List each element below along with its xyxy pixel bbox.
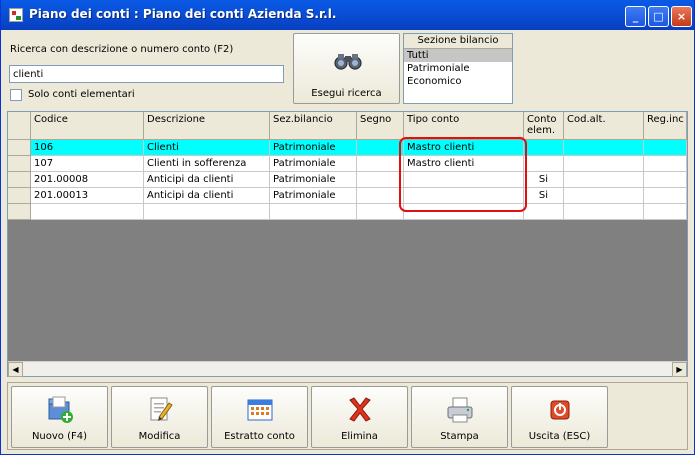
sezione-bilancio-list[interactable]: Sezione bilancio Tutti Patrimoniale Econ… xyxy=(403,33,513,104)
new-button-label: Nuovo (F4) xyxy=(31,431,88,442)
table-cell[interactable] xyxy=(564,172,644,188)
sezione-item-economico[interactable]: Economico xyxy=(404,75,512,88)
close-button[interactable]: × xyxy=(671,6,692,27)
table-cell[interactable]: 106 xyxy=(31,140,144,156)
power-icon xyxy=(550,400,570,420)
table-cell[interactable] xyxy=(644,172,687,188)
table-cell[interactable] xyxy=(564,156,644,172)
table-cell[interactable] xyxy=(357,172,404,188)
table-cell[interactable]: Clienti xyxy=(144,140,270,156)
table-cell[interactable]: Anticipi da clienti xyxy=(144,172,270,188)
col-contoelem-header[interactable]: Conto elem. xyxy=(524,112,564,140)
table-cell[interactable]: Patrimoniale xyxy=(270,156,357,172)
table-cell[interactable] xyxy=(357,156,404,172)
accounts-grid[interactable]: Codice Descrizione Sez.bilancio Segno Ti… xyxy=(7,111,688,377)
search-button[interactable]: Esegui ricerca xyxy=(293,33,400,104)
table-cell[interactable] xyxy=(564,188,644,204)
row-indicator[interactable] xyxy=(8,172,31,188)
maximize-button[interactable]: □ xyxy=(648,6,669,27)
table-cell[interactable] xyxy=(357,140,404,156)
main-window: Piano dei conti : Piano dei conti Aziend… xyxy=(0,0,695,455)
sezione-item-patrimoniale[interactable]: Patrimoniale xyxy=(404,62,512,75)
app-icon xyxy=(9,8,23,22)
table-cell[interactable] xyxy=(524,140,564,156)
table-cell[interactable] xyxy=(270,204,357,220)
minimize-button[interactable]: _ xyxy=(625,6,646,27)
row-indicator-header xyxy=(8,112,31,140)
col-segno-header[interactable]: Segno xyxy=(357,112,404,140)
table-cell[interactable]: Patrimoniale xyxy=(270,188,357,204)
search-button-label: Esegui ricerca xyxy=(311,88,382,99)
new-folder-icon xyxy=(48,396,73,423)
table-cell[interactable] xyxy=(524,204,564,220)
col-codice-header[interactable]: Codice xyxy=(31,112,144,140)
binoculars-icon xyxy=(334,54,362,70)
table-cell[interactable]: Si xyxy=(524,188,564,204)
search-input[interactable] xyxy=(9,65,284,83)
table-cell[interactable] xyxy=(31,204,144,220)
statement-button-label: Estratto conto xyxy=(224,431,295,442)
table-cell[interactable]: Anticipi da clienti xyxy=(144,188,270,204)
table-cell[interactable]: Clienti in sofferenza xyxy=(144,156,270,172)
edit-button[interactable]: Modifica xyxy=(111,386,208,448)
print-button-label: Stampa xyxy=(440,431,479,442)
scroll-left-icon[interactable]: ◀ xyxy=(8,362,23,377)
edit-button-label: Modifica xyxy=(138,431,181,442)
table-cell[interactable] xyxy=(644,188,687,204)
table-cell[interactable] xyxy=(644,156,687,172)
print-button[interactable]: Stampa xyxy=(411,386,508,448)
delete-button[interactable]: Elimina xyxy=(311,386,408,448)
row-indicator[interactable] xyxy=(8,204,31,220)
table-cell[interactable] xyxy=(564,140,644,156)
new-button[interactable]: Nuovo (F4) xyxy=(11,386,108,448)
printer-icon xyxy=(447,397,473,423)
elementary-accounts-checkbox[interactable] xyxy=(10,89,22,101)
col-sezbilancio-header[interactable]: Sez.bilancio xyxy=(270,112,357,140)
table-cell[interactable]: Patrimoniale xyxy=(270,140,357,156)
exit-button[interactable]: Uscita (ESC) xyxy=(511,386,608,448)
table-cell[interactable]: 201.00013 xyxy=(31,188,144,204)
sezione-item-tutti[interactable]: Tutti xyxy=(404,49,512,62)
delete-x-icon xyxy=(349,397,371,422)
window-title: Piano dei conti : Piano dei conti Aziend… xyxy=(29,7,337,21)
row-indicator[interactable] xyxy=(8,156,31,172)
row-indicator[interactable] xyxy=(8,188,31,204)
col-descrizione-header[interactable]: Descrizione xyxy=(144,112,270,140)
table-cell[interactable] xyxy=(144,204,270,220)
sezione-bilancio-header: Sezione bilancio xyxy=(404,34,512,49)
title-bar[interactable]: Piano dei conti : Piano dei conti Aziend… xyxy=(1,0,694,30)
table-cell[interactable] xyxy=(357,204,404,220)
row-indicator[interactable] xyxy=(8,140,31,156)
horizontal-scrollbar[interactable]: ◀ ▶ xyxy=(8,361,687,377)
edit-icon xyxy=(150,397,173,421)
table-cell[interactable]: 107 xyxy=(31,156,144,172)
elementary-accounts-label: Solo conti elementari xyxy=(28,89,135,100)
table-cell[interactable] xyxy=(357,188,404,204)
table-cell[interactable] xyxy=(644,140,687,156)
tipo-conto-highlight xyxy=(399,137,527,212)
table-cell[interactable] xyxy=(524,156,564,172)
bottom-toolbar: Nuovo (F4) Modifica Estratto conto Elimi… xyxy=(7,382,688,450)
exit-button-label: Uscita (ESC) xyxy=(528,431,591,442)
col-tipoconto-header[interactable]: Tipo conto xyxy=(404,112,524,140)
scroll-right-icon[interactable]: ▶ xyxy=(672,362,687,377)
table-cell[interactable]: Si xyxy=(524,172,564,188)
calendar-icon xyxy=(247,399,273,421)
search-label: Ricerca con descrizione o numero conto (… xyxy=(10,44,234,55)
delete-button-label: Elimina xyxy=(341,431,378,442)
table-cell[interactable]: Patrimoniale xyxy=(270,172,357,188)
table-cell[interactable]: 201.00008 xyxy=(31,172,144,188)
table-cell[interactable] xyxy=(644,204,687,220)
table-cell[interactable] xyxy=(564,204,644,220)
statement-button[interactable]: Estratto conto xyxy=(211,386,308,448)
col-reginc-header[interactable]: Reg.inc xyxy=(644,112,687,140)
col-codalt-header[interactable]: Cod.alt. xyxy=(564,112,644,140)
